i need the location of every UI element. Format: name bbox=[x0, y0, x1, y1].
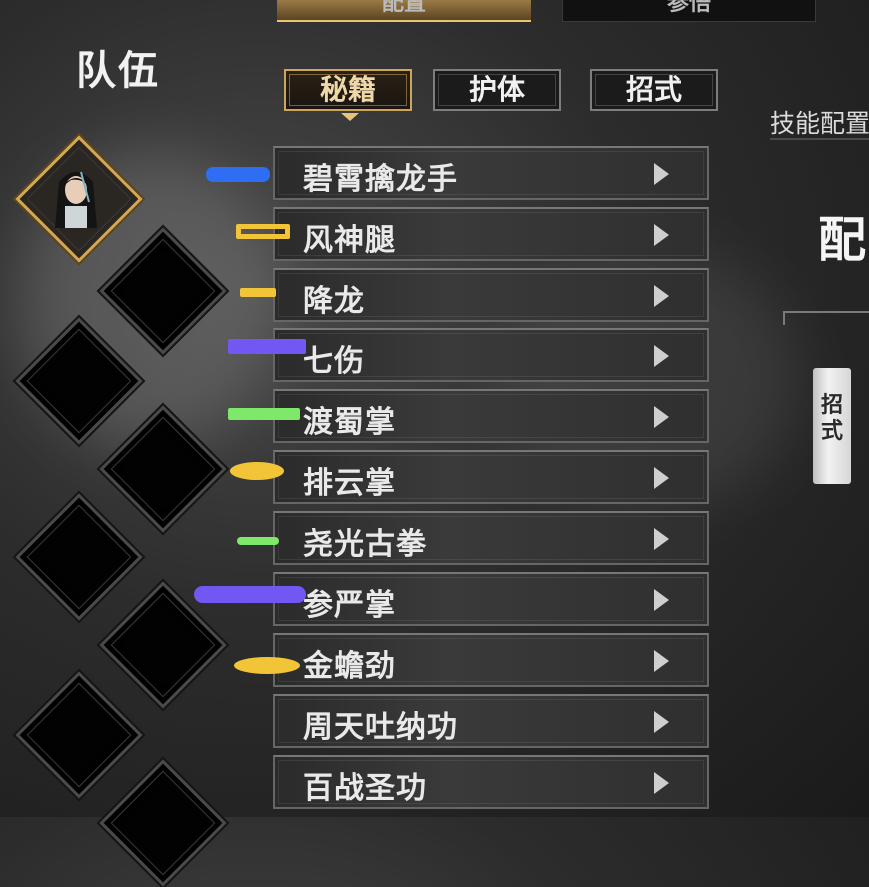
moves-vertical-button-label: 招式 bbox=[821, 392, 844, 444]
skill-item-jinchan-jin[interactable]: 金蟾劲 bbox=[273, 633, 709, 687]
annotation-mark-purple bbox=[228, 339, 306, 354]
skill-label: 碧霄擒龙手 bbox=[303, 162, 458, 197]
annotation-mark-yellow bbox=[240, 288, 276, 297]
skill-label: 金蟾劲 bbox=[303, 649, 396, 684]
skill-config-label: 技能配置 bbox=[770, 109, 869, 138]
annotation-mark-blue bbox=[206, 167, 270, 182]
frame-border bbox=[783, 311, 869, 319]
expand-arrow-icon bbox=[654, 528, 669, 550]
skill-item-baizhan-shenggong[interactable]: 百战圣功 bbox=[273, 755, 709, 809]
skill-item-qishang[interactable]: 七伤 bbox=[273, 328, 709, 382]
tab-config-label: 配置 bbox=[381, 0, 426, 16]
annotation-mark-yellow bbox=[230, 462, 284, 480]
subtab-moves[interactable]: 招式 bbox=[590, 69, 718, 111]
tab-comprehend-label: 参悟 bbox=[666, 0, 711, 16]
expand-arrow-icon bbox=[654, 406, 669, 428]
annotation-mark-purple bbox=[194, 586, 306, 603]
subtab-inner-border bbox=[438, 74, 556, 106]
annotation-mark-yellow-outline bbox=[236, 224, 290, 239]
skill-label: 百战圣功 bbox=[303, 771, 427, 806]
annotation-mark-green bbox=[237, 537, 279, 545]
skill-item-xianglong[interactable]: 降龙 bbox=[273, 268, 709, 322]
moves-vertical-button[interactable]: 招式 bbox=[813, 368, 851, 484]
divider bbox=[770, 138, 869, 140]
skill-label: 风神腿 bbox=[303, 223, 396, 258]
character-portrait-icon bbox=[55, 171, 97, 228]
team-title: 队伍 bbox=[76, 47, 160, 94]
skill-label: 七伤 bbox=[303, 344, 365, 379]
skill-item-paiyun-zhang[interactable]: 排云掌 bbox=[273, 450, 709, 504]
team-slot-empty[interactable] bbox=[99, 759, 227, 887]
skill-item-yaoguang-guquan[interactable]: 尧光古拳 bbox=[273, 511, 709, 565]
skill-item-bixiao-qinlong-shou[interactable]: 碧霄擒龙手 bbox=[273, 146, 709, 200]
subtab-body-guard[interactable]: 护体 bbox=[433, 69, 561, 111]
skill-label: 降龙 bbox=[303, 284, 365, 319]
skill-item-fengshen-tui[interactable]: 风神腿 bbox=[273, 207, 709, 261]
skill-label: 尧光古拳 bbox=[303, 527, 427, 562]
expand-arrow-icon bbox=[654, 589, 669, 611]
tab-comprehend[interactable]: 参悟 bbox=[562, 0, 816, 22]
skill-item-dushu-zhang[interactable]: 渡蜀掌 bbox=[273, 389, 709, 443]
skill-label: 渡蜀掌 bbox=[303, 405, 396, 440]
skill-label: 排云掌 bbox=[303, 466, 396, 501]
skill-label: 参严掌 bbox=[303, 588, 396, 623]
expand-arrow-icon bbox=[654, 467, 669, 489]
skill-item-canyan-zhang[interactable]: 参严掌 bbox=[273, 572, 709, 626]
expand-arrow-icon bbox=[654, 345, 669, 367]
expand-arrow-icon bbox=[654, 650, 669, 672]
expand-arrow-icon bbox=[654, 711, 669, 733]
expand-arrow-icon bbox=[654, 285, 669, 307]
annotation-mark-yellow bbox=[234, 657, 300, 674]
slot-frame bbox=[99, 759, 227, 887]
config-heading: 配 bbox=[818, 212, 867, 268]
subtab-secret-manual[interactable]: 秘籍 bbox=[284, 69, 412, 111]
skill-item-zhoutian-tuna-gong[interactable]: 周天吐纳功 bbox=[273, 694, 709, 748]
subtab-inner-border bbox=[595, 74, 713, 106]
expand-arrow-icon bbox=[654, 772, 669, 794]
frame-corner bbox=[783, 311, 793, 325]
tab-config[interactable]: 配置 bbox=[277, 0, 531, 22]
active-tab-caret-icon bbox=[341, 113, 359, 121]
annotation-mark-green bbox=[228, 408, 300, 420]
skill-label: 周天吐纳功 bbox=[303, 710, 458, 745]
expand-arrow-icon bbox=[654, 163, 669, 185]
expand-arrow-icon bbox=[654, 224, 669, 246]
subtab-inner-border bbox=[289, 74, 407, 106]
